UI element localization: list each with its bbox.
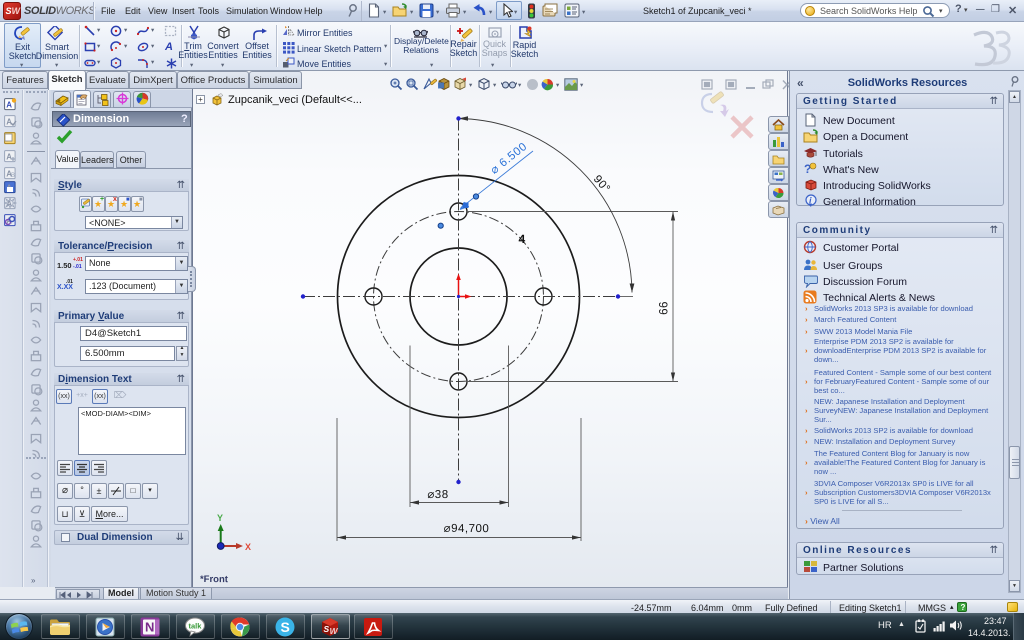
- svg-text:⌀38: ⌀38: [427, 489, 448, 501]
- svg-text:W: W: [330, 626, 339, 636]
- svg-text:A: A: [6, 152, 12, 161]
- svg-text:?: ?: [804, 162, 811, 176]
- svg-text:B: B: [11, 173, 15, 179]
- svg-text:A: A: [6, 100, 12, 109]
- svg-text:A: A: [6, 117, 12, 126]
- svg-text:66: 66: [659, 301, 671, 315]
- svg-text:N: N: [145, 620, 154, 635]
- svg-text:S: S: [281, 619, 290, 635]
- svg-text:4: 4: [518, 232, 525, 246]
- svg-text:X: X: [245, 542, 251, 552]
- svg-text:*Front: *Front: [200, 574, 229, 585]
- svg-text:Y: Y: [217, 513, 223, 523]
- svg-text:⌀94,700: ⌀94,700: [444, 523, 490, 535]
- svg-text:90°: 90°: [591, 173, 612, 195]
- svg-text:talk: talk: [189, 622, 203, 631]
